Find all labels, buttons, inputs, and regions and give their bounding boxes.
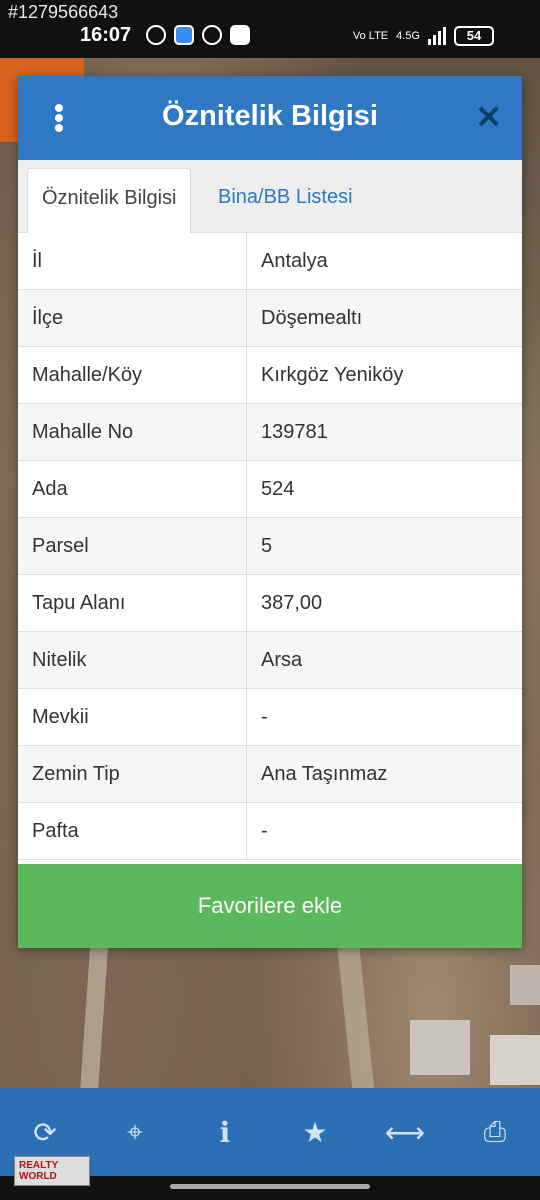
table-row: Ada 524 <box>18 460 522 518</box>
table-row: Pafta - <box>18 802 522 860</box>
row-value: 524 <box>246 460 522 518</box>
row-value: 139781 <box>246 403 522 461</box>
table-row: Mevkii - <box>18 688 522 746</box>
row-key: Ada <box>18 460 247 518</box>
table-row: İl Antalya <box>18 233 522 290</box>
row-value: 5 <box>246 517 522 575</box>
battery-icon: 54 <box>454 26 494 46</box>
table-row: Nitelik Arsa <box>18 631 522 689</box>
row-key: Tapu Alanı <box>18 574 247 632</box>
attribute-dialog: Öznitelik Bilgisi ✕ Öznitelik Bilgisi Bi… <box>18 76 522 948</box>
row-key: Nitelik <box>18 631 247 689</box>
row-value: - <box>246 802 522 860</box>
dialog-header: Öznitelik Bilgisi ✕ <box>18 76 522 160</box>
table-row: Mahalle No 139781 <box>18 403 522 461</box>
status-bar: #1279566643 16:07 Vo LTE 4.5G 54 <box>0 0 540 58</box>
network-type: 4.5G <box>396 30 420 42</box>
map-road <box>79 940 109 1100</box>
star-icon[interactable]: ★ <box>285 1116 345 1149</box>
measure-icon[interactable]: ⟷ <box>375 1116 435 1149</box>
whatsapp-icon <box>146 25 166 45</box>
map-building <box>410 1020 470 1075</box>
add-to-favorites-button[interactable]: Favorilere ekle <box>18 864 522 948</box>
table-row: İlçe Döşemealtı <box>18 289 522 347</box>
print-icon[interactable]: ⎙ <box>465 1116 525 1149</box>
row-key: İl <box>18 233 247 290</box>
notification-icons <box>146 25 250 45</box>
info-icon[interactable]: i <box>195 1116 255 1149</box>
system-icons: Vo LTE 4.5G 54 <box>353 26 494 46</box>
row-key: Parsel <box>18 517 247 575</box>
chrome-icon <box>202 25 222 45</box>
close-icon[interactable]: ✕ <box>475 98 502 136</box>
refresh-icon[interactable]: ⟳ <box>15 1116 75 1149</box>
row-key: Zemin Tip <box>18 745 247 803</box>
row-value: Kırkgöz Yeniköy <box>246 346 522 404</box>
table-row: Mahalle/Köy Kırkgöz Yeniköy <box>18 346 522 404</box>
tab-attribute-info[interactable]: Öznitelik Bilgisi <box>27 168 192 233</box>
row-key: İlçe <box>18 289 247 347</box>
row-value: - <box>246 688 522 746</box>
locate-icon[interactable]: ⌖ <box>105 1116 165 1149</box>
row-key: Pafta <box>18 802 247 860</box>
volte-icon: Vo LTE <box>352 30 389 42</box>
map-building <box>510 965 540 1005</box>
realty-world-logo: REALTY WORLD <box>14 1156 90 1186</box>
row-value: Arsa <box>246 631 522 689</box>
row-key: Mahalle/Köy <box>18 346 247 404</box>
table-row: Zemin Tip Ana Taşınmaz <box>18 745 522 803</box>
dialog-title: Öznitelik Bilgisi <box>162 100 378 132</box>
skype-icon <box>230 25 250 45</box>
table-row: Tapu Alanı 387,00 <box>18 574 522 632</box>
status-time: 16:07 <box>80 24 132 46</box>
dialog-tabs: Öznitelik Bilgisi Bina/BB Listesi <box>18 160 522 233</box>
table-row: Parsel 5 <box>18 517 522 575</box>
row-key: Mevkii <box>18 688 247 746</box>
home-gesture-bar[interactable] <box>170 1184 370 1189</box>
logo-text-line2: WORLD <box>19 1171 57 1182</box>
attribute-table: İl Antalya İlçe Döşemealtı Mahalle/Köy Kırk… <box>18 233 522 860</box>
logo-text-line1: REALTY <box>19 1160 59 1171</box>
signal-icon <box>428 27 446 45</box>
app-notification-icon <box>174 25 194 45</box>
watermark-text: #1279566643 <box>8 2 119 22</box>
row-value: Antalya <box>246 233 522 290</box>
tab-building-list[interactable]: Bina/BB Listesi <box>204 168 367 232</box>
row-key: Mahalle No <box>18 403 247 461</box>
map-road <box>336 940 376 1100</box>
row-value: Ana Taşınmaz <box>246 745 522 803</box>
map-building <box>490 1035 540 1085</box>
row-value: 387,00 <box>246 574 522 632</box>
row-value: Döşemealtı <box>246 289 522 347</box>
